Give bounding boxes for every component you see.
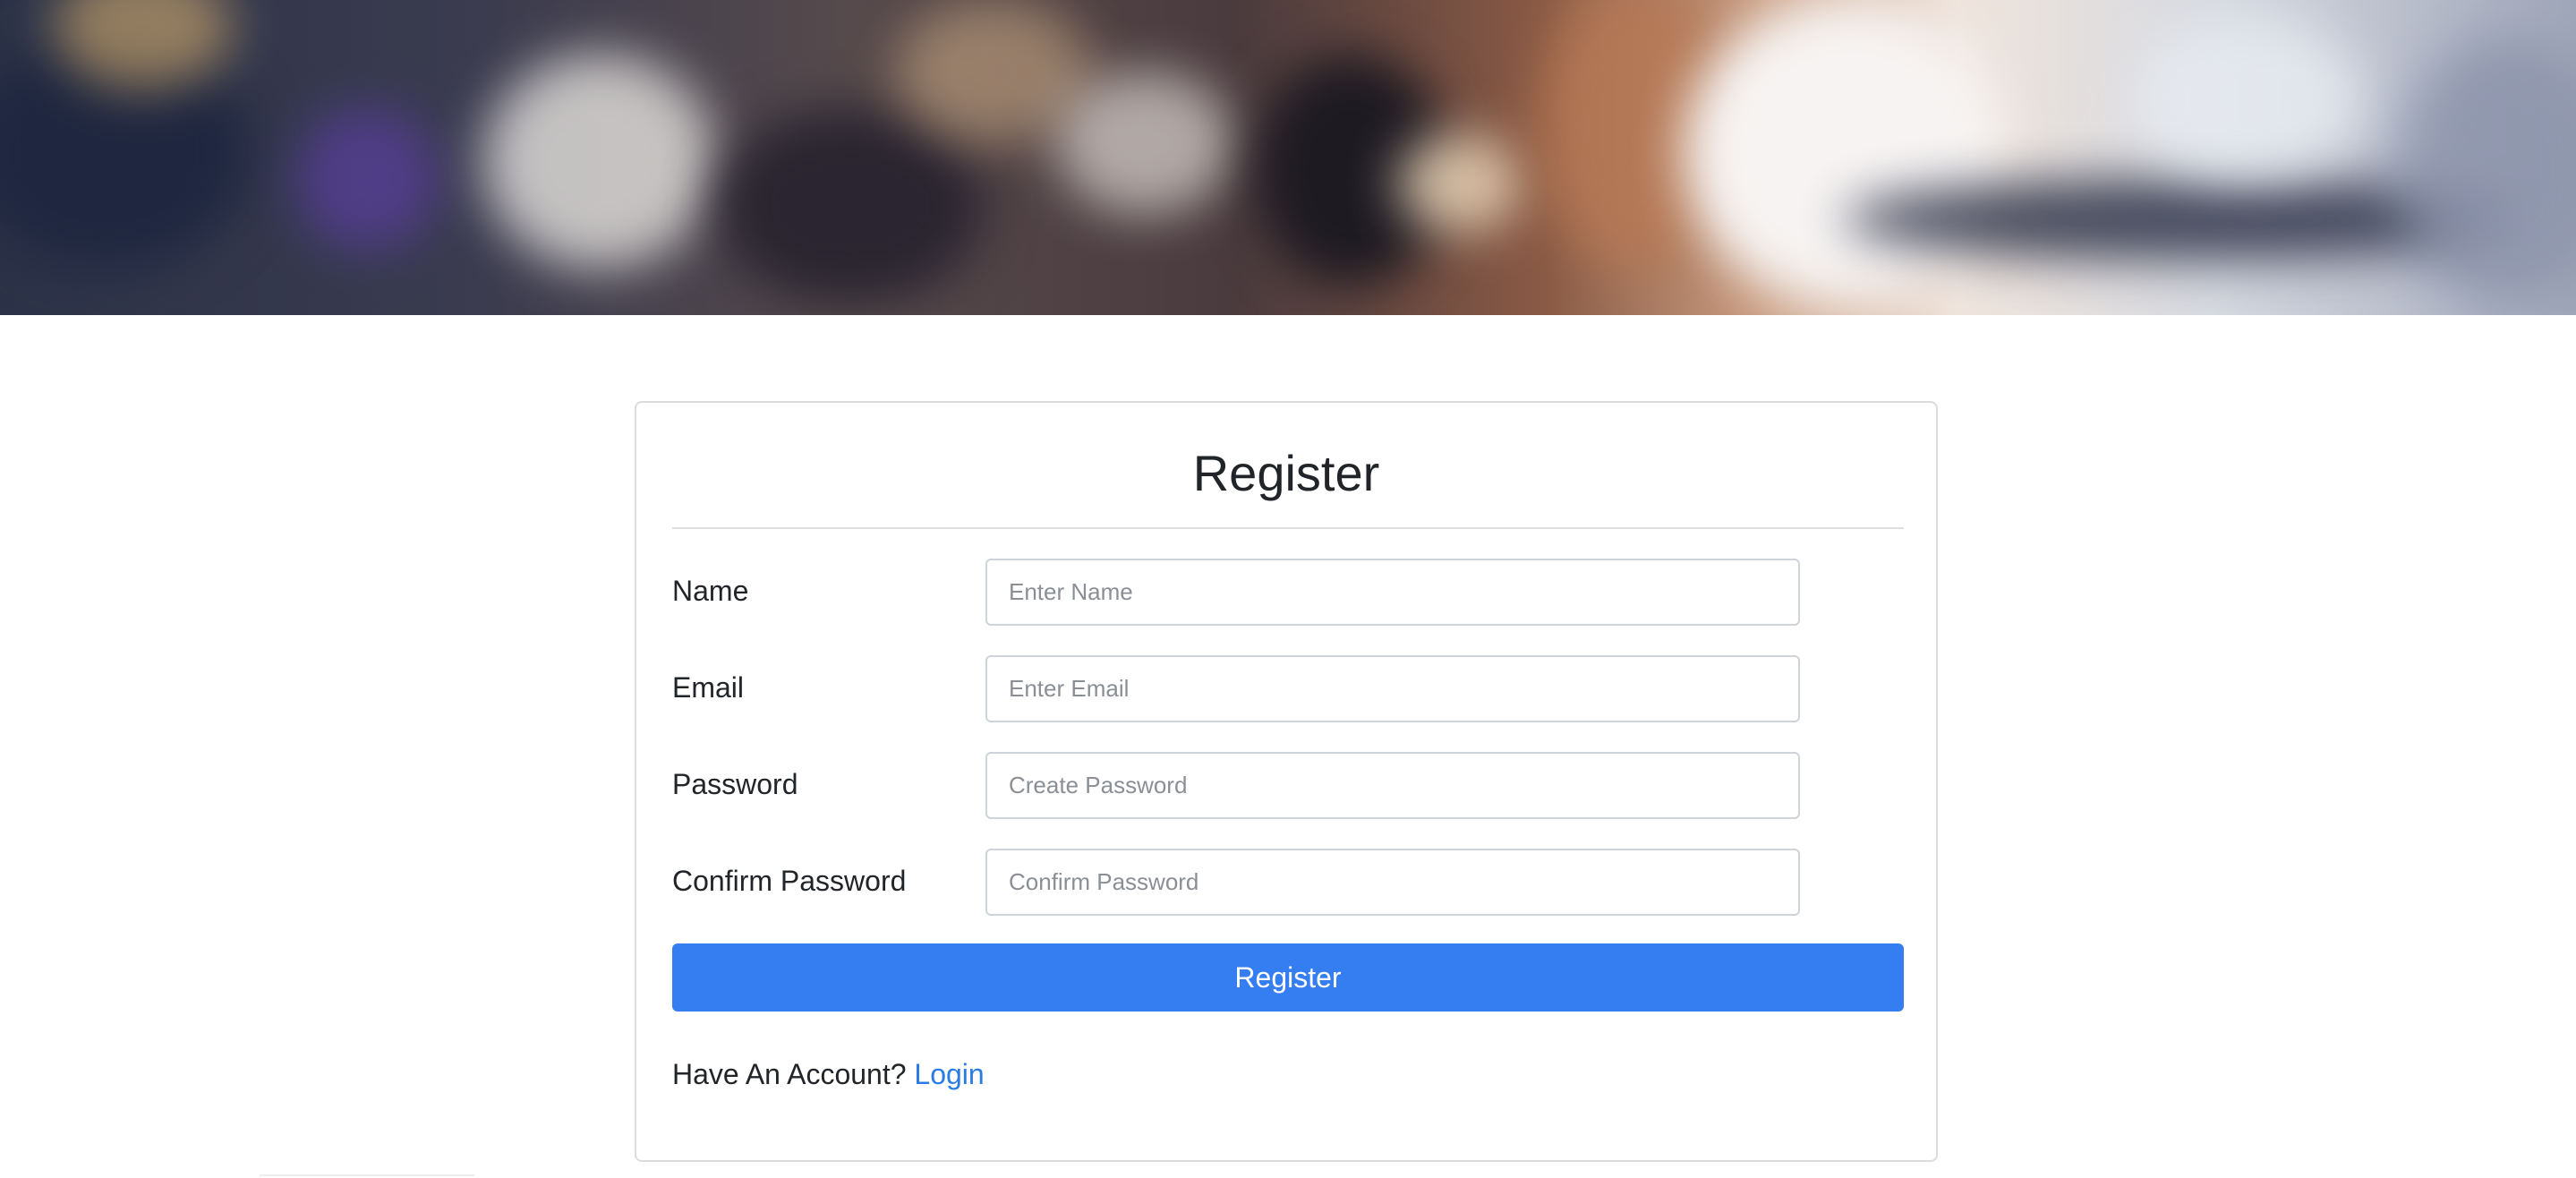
title-divider — [672, 527, 1904, 529]
name-label: Name — [672, 575, 749, 607]
account-prompt-row: Have An Account? Login — [672, 1058, 985, 1091]
account-prompt-text: Have An Account? — [672, 1058, 907, 1090]
email-label: Email — [672, 671, 745, 704]
confirm-password-input[interactable] — [985, 849, 1800, 916]
name-input[interactable] — [985, 559, 1800, 626]
hero-banner-image — [0, 0, 2576, 315]
register-button[interactable]: Register — [672, 943, 1904, 1012]
register-card: Register Name Email Password Confirm Pas… — [635, 401, 1938, 1162]
confirm-password-label: Confirm Password — [672, 865, 907, 897]
login-link[interactable]: Login — [914, 1058, 984, 1090]
password-input[interactable] — [985, 752, 1800, 819]
footer-divider — [260, 1174, 474, 1176]
password-label: Password — [672, 768, 798, 800]
email-input[interactable] — [985, 655, 1800, 722]
form-title: Register — [1192, 445, 1380, 501]
